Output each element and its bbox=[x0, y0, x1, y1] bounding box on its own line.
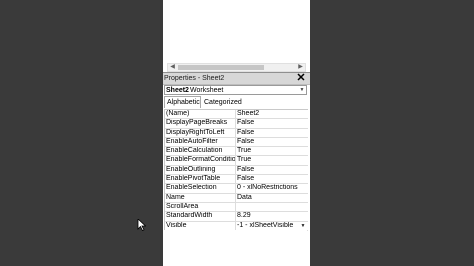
tab-categorized[interactable]: Categorized bbox=[202, 98, 242, 108]
object-selector-dropdown[interactable]: Sheet2 Worksheet ▼ bbox=[164, 85, 307, 95]
property-row[interactable]: DisplayPageBreaks False bbox=[165, 119, 308, 129]
property-key: EnableCalculation bbox=[166, 147, 236, 156]
property-value[interactable]: 0 - xlNoRestrictions bbox=[237, 184, 307, 192]
property-value[interactable]: False bbox=[237, 175, 307, 183]
empty-area bbox=[164, 230, 307, 266]
close-icon[interactable]: ✕ bbox=[296, 73, 306, 84]
properties-panel-column: ◀ ▶ Properties - Sheet2 ✕ Sheet2 Workshe… bbox=[163, 0, 310, 266]
property-value[interactable]: Data bbox=[237, 194, 307, 202]
property-value[interactable]: False bbox=[237, 138, 307, 146]
property-key: EnableOutlining bbox=[166, 165, 236, 175]
property-key: StandardWidth bbox=[166, 212, 236, 221]
property-value[interactable]: False bbox=[237, 129, 307, 137]
property-value[interactable]: True bbox=[237, 156, 307, 164]
property-value[interactable]: 8.29 bbox=[237, 212, 307, 220]
property-row[interactable]: StandardWidth 8.29 bbox=[165, 212, 308, 222]
horizontal-scrollbar[interactable]: ◀ ▶ bbox=[167, 63, 306, 72]
tab-alphabetic[interactable]: Alphabetic bbox=[164, 96, 201, 108]
object-name: Sheet2 bbox=[166, 87, 189, 94]
scrollbar-thumb[interactable] bbox=[178, 65, 264, 70]
property-value[interactable]: -1 - xlSheetVisible bbox=[237, 222, 307, 230]
property-value[interactable]: False bbox=[237, 119, 307, 127]
property-row[interactable]: (Name) Sheet2 bbox=[165, 110, 308, 120]
property-key: Visible bbox=[166, 221, 236, 230]
chevron-down-icon[interactable]: ▼ bbox=[298, 86, 306, 94]
scroll-right-arrow-icon[interactable]: ▶ bbox=[296, 64, 305, 71]
value-dropdown-icon[interactable]: ▼ bbox=[300, 223, 306, 229]
right-dark-area bbox=[310, 0, 474, 266]
property-row[interactable]: EnableAutoFilter False bbox=[165, 137, 308, 148]
scroll-left-arrow-icon[interactable]: ◀ bbox=[168, 64, 177, 71]
property-row[interactable]: EnableCalculation True bbox=[165, 147, 308, 157]
property-row[interactable]: EnableSelection 0 - xlNoRestrictions bbox=[165, 184, 308, 194]
property-value[interactable] bbox=[237, 203, 307, 211]
property-value[interactable]: Sheet2 bbox=[237, 110, 307, 118]
object-type: Worksheet bbox=[190, 87, 224, 94]
properties-title-bar: Properties - Sheet2 ✕ bbox=[163, 73, 310, 85]
property-key: ScrollArea bbox=[166, 202, 236, 212]
property-key: EnablePivotTable bbox=[166, 175, 236, 184]
property-row[interactable]: Name Data bbox=[165, 193, 308, 203]
property-key: EnableAutoFilter bbox=[166, 137, 236, 147]
property-row[interactable]: DisplayRightToLeft False bbox=[165, 128, 308, 138]
properties-title: Properties - Sheet2 bbox=[164, 75, 225, 82]
property-row[interactable]: EnableFormatConditions True bbox=[165, 156, 308, 166]
property-value[interactable]: False bbox=[237, 166, 307, 174]
mouse-cursor-icon bbox=[137, 219, 146, 231]
property-key: EnableFormatConditions bbox=[166, 156, 236, 165]
property-key: EnableSelection bbox=[166, 184, 236, 193]
property-row[interactable]: EnableOutlining False bbox=[165, 165, 308, 176]
properties-tabs: Alphabetic Categorized bbox=[163, 96, 310, 109]
property-key: DisplayPageBreaks bbox=[166, 119, 236, 128]
property-key: Name bbox=[166, 193, 236, 202]
properties-grid: (Name) Sheet2 DisplayPageBreaks False Disp… bbox=[164, 109, 308, 231]
property-key: (Name) bbox=[166, 110, 236, 119]
property-value[interactable]: True bbox=[237, 147, 307, 155]
property-row[interactable]: EnablePivotTable False bbox=[165, 175, 308, 185]
property-row[interactable]: ScrollArea bbox=[165, 202, 308, 213]
property-key: DisplayRightToLeft bbox=[166, 128, 236, 137]
